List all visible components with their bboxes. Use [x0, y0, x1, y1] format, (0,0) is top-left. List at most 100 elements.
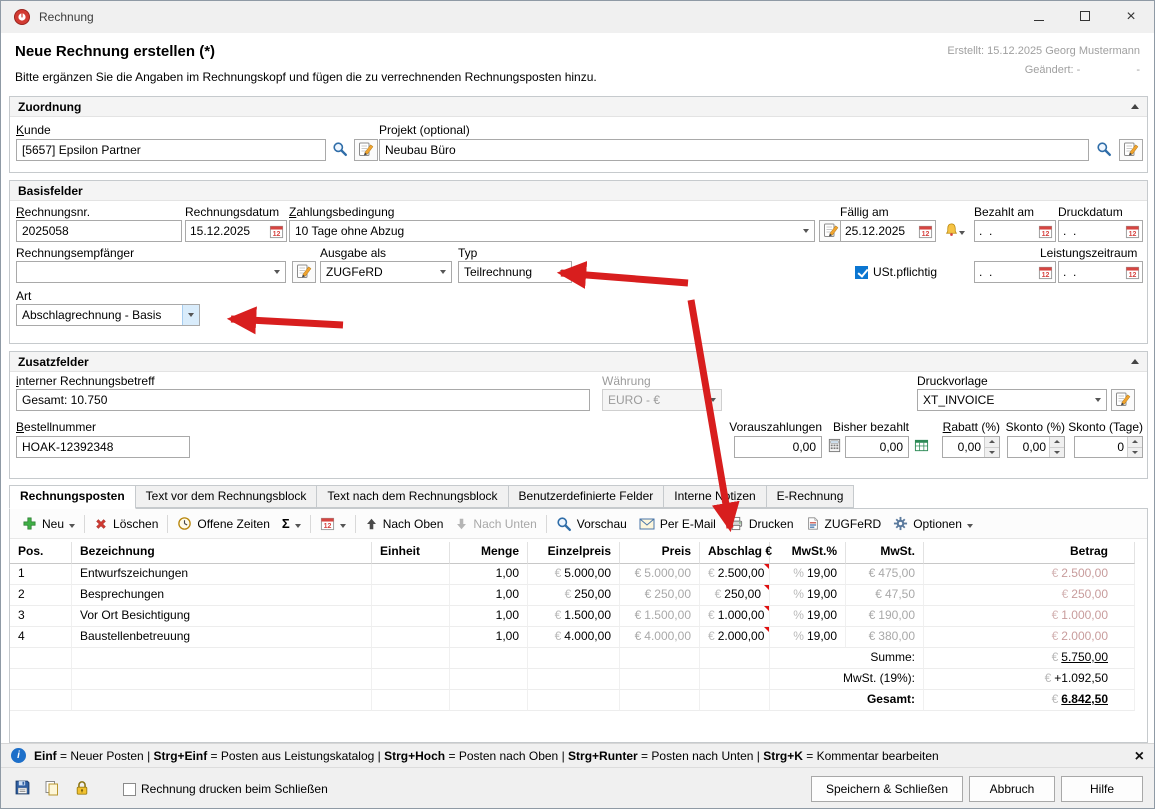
cell-mwst_pct[interactable]: %19,00: [770, 606, 846, 627]
leistungszeitraum-from-input[interactable]: . . 12: [974, 261, 1056, 283]
betreff-input[interactable]: Gesamt: 10.750: [16, 389, 590, 411]
cell-pos[interactable]: 1: [10, 564, 72, 585]
cell-bezeichnung[interactable]: Vor Ort Besichtigung: [72, 606, 372, 627]
toolbar-button-vorschau[interactable]: Vorschau: [550, 513, 633, 535]
rabatt-stepper[interactable]: 0,00: [942, 436, 1000, 458]
calculator-button[interactable]: [824, 436, 844, 458]
toolbar-button-per-e-mail[interactable]: Per E-Mail: [633, 514, 722, 534]
toolbar-button-drucken[interactable]: Drucken: [722, 513, 800, 534]
empfaenger-edit-button[interactable]: [292, 261, 316, 283]
calendar-icon[interactable]: 12: [1036, 265, 1055, 280]
druckvorlage-select[interactable]: XT_INVOICE: [917, 389, 1107, 411]
cell-menge[interactable]: 1,00: [450, 585, 528, 606]
spin-up-icon[interactable]: [1050, 437, 1064, 448]
column-header-pos[interactable]: Pos.: [10, 542, 72, 564]
toolbar-button-loeschen[interactable]: Löschen: [88, 514, 164, 534]
projekt-input[interactable]: Neubau Büro: [379, 139, 1089, 161]
skonto-prozent-stepper[interactable]: 0,00: [1007, 436, 1065, 458]
reminder-button[interactable]: [938, 220, 970, 242]
cell-pos[interactable]: 2: [10, 585, 72, 606]
help-button[interactable]: Hilfe: [1061, 776, 1143, 802]
column-header-menge[interactable]: Menge: [450, 542, 528, 564]
lock-button[interactable]: [69, 777, 95, 801]
toolbar-button-optionen[interactable]: Optionen: [887, 513, 979, 534]
ust-checkbox[interactable]: [855, 266, 868, 279]
column-header-abschlag[interactable]: Abschlag €: [700, 542, 770, 564]
toolbar-button-termin-menue[interactable]: 12: [314, 513, 352, 534]
cell-einzelpreis[interactable]: €5.000,00: [528, 564, 620, 585]
cancel-button[interactable]: Abbruch: [969, 776, 1055, 802]
cell-preis[interactable]: €1.500,00: [620, 606, 700, 627]
cell-abschlag[interactable]: €250,00: [700, 585, 770, 606]
column-header-preis[interactable]: Preis: [620, 542, 700, 564]
maximize-button[interactable]: [1062, 1, 1108, 33]
ausgabe-select[interactable]: ZUGFeRD: [320, 261, 452, 283]
toolbar-button-summen-menue[interactable]: Σ: [276, 513, 307, 534]
cell-mwst_pct[interactable]: %19,00: [770, 585, 846, 606]
tab-rechnungsposten[interactable]: Rechnungsposten: [9, 485, 136, 509]
cell-mwst_pct[interactable]: %19,00: [770, 564, 846, 585]
spin-down-icon[interactable]: [985, 448, 999, 458]
vorauszahlungen-input[interactable]: 0,00: [734, 436, 822, 458]
druckdatum-input[interactable]: . . 12: [1058, 220, 1143, 242]
tab-interne-notizen[interactable]: Interne Notizen: [663, 485, 766, 508]
toolbar-button-zugferd[interactable]: ZUGFeRD: [800, 513, 888, 534]
cell-betrag[interactable]: €2.000,00: [924, 627, 1135, 648]
cell-preis[interactable]: €5.000,00: [620, 564, 700, 585]
column-header-mwst_pct[interactable]: MwSt.%: [770, 542, 846, 564]
toolbar-button-neu[interactable]: Neu: [16, 513, 81, 534]
print-on-close-checkbox[interactable]: [123, 783, 136, 796]
cell-mwst[interactable]: €380,00: [846, 627, 924, 648]
calendar-icon[interactable]: 12: [1123, 224, 1142, 239]
cell-einzelpreis[interactable]: €1.500,00: [528, 606, 620, 627]
zahlungsbedingung-select[interactable]: 10 Tage ohne Abzug: [289, 220, 815, 242]
skonto-tage-stepper[interactable]: 0: [1074, 436, 1143, 458]
cell-bezeichnung[interactable]: Besprechungen: [72, 585, 372, 606]
calendar-icon[interactable]: 12: [267, 224, 286, 239]
print-on-close-row[interactable]: Rechnung drucken beim Schließen: [123, 782, 328, 796]
rechnungsdatum-input[interactable]: 15.12.2025 12: [185, 220, 287, 242]
column-header-betrag[interactable]: Betrag: [924, 542, 1135, 564]
cell-pos[interactable]: 4: [10, 627, 72, 648]
cell-einheit[interactable]: [372, 627, 450, 648]
spin-up-icon[interactable]: [1128, 437, 1142, 448]
cell-menge[interactable]: 1,00: [450, 627, 528, 648]
cell-bezeichnung[interactable]: Baustellenbetreuung: [72, 627, 372, 648]
cell-einzelpreis[interactable]: €250,00: [528, 585, 620, 606]
calendar-icon[interactable]: 12: [916, 224, 935, 239]
column-header-mwst[interactable]: MwSt.: [846, 542, 924, 564]
collapse-icon[interactable]: [1131, 359, 1139, 364]
cell-abschlag[interactable]: €2.000,00: [700, 627, 770, 648]
spin-down-icon[interactable]: [1050, 448, 1064, 458]
column-header-einheit[interactable]: Einheit: [372, 542, 450, 564]
cell-abschlag[interactable]: €2.500,00: [700, 564, 770, 585]
ust-checkbox-row[interactable]: USt.pflichtig: [855, 265, 937, 279]
cell-einzelpreis[interactable]: €4.000,00: [528, 627, 620, 648]
spin-down-icon[interactable]: [1128, 448, 1142, 458]
column-header-bezeichnung[interactable]: Bezeichnung: [72, 542, 372, 564]
bisher-bezahlt-input[interactable]: 0,00: [845, 436, 909, 458]
save-button[interactable]: [9, 777, 35, 801]
minimize-button[interactable]: [1016, 1, 1062, 33]
calendar-icon[interactable]: 12: [1123, 265, 1142, 280]
tab-e-rechnung[interactable]: E-Rechnung: [766, 485, 855, 508]
cell-mwst[interactable]: €47,50: [846, 585, 924, 606]
stepper-buttons[interactable]: [1049, 437, 1064, 457]
druckvorlage-edit-button[interactable]: [1111, 389, 1135, 411]
cell-mwst[interactable]: €475,00: [846, 564, 924, 585]
cell-preis[interactable]: €250,00: [620, 585, 700, 606]
rechnungsnr-input[interactable]: 2025058: [16, 220, 182, 242]
copy-button[interactable]: [39, 777, 65, 801]
cell-preis[interactable]: €4.000,00: [620, 627, 700, 648]
tab-text-nach-dem-rechnungsblock[interactable]: Text nach dem Rechnungsblock: [316, 485, 508, 508]
art-select[interactable]: Abschlagrechnung - Basis: [16, 304, 200, 326]
cell-betrag[interactable]: €2.500,00: [924, 564, 1135, 585]
projekt-search-button[interactable]: [1093, 139, 1115, 161]
column-header-einzelpreis[interactable]: Einzelpreis: [528, 542, 620, 564]
kunde-edit-button[interactable]: [354, 139, 378, 161]
empfaenger-select[interactable]: [16, 261, 286, 283]
tab-text-vor-dem-rechnungsblock[interactable]: Text vor dem Rechnungsblock: [135, 485, 318, 508]
cell-menge[interactable]: 1,00: [450, 606, 528, 627]
cell-betrag[interactable]: €1.000,00: [924, 606, 1135, 627]
stepper-buttons[interactable]: [984, 437, 999, 457]
